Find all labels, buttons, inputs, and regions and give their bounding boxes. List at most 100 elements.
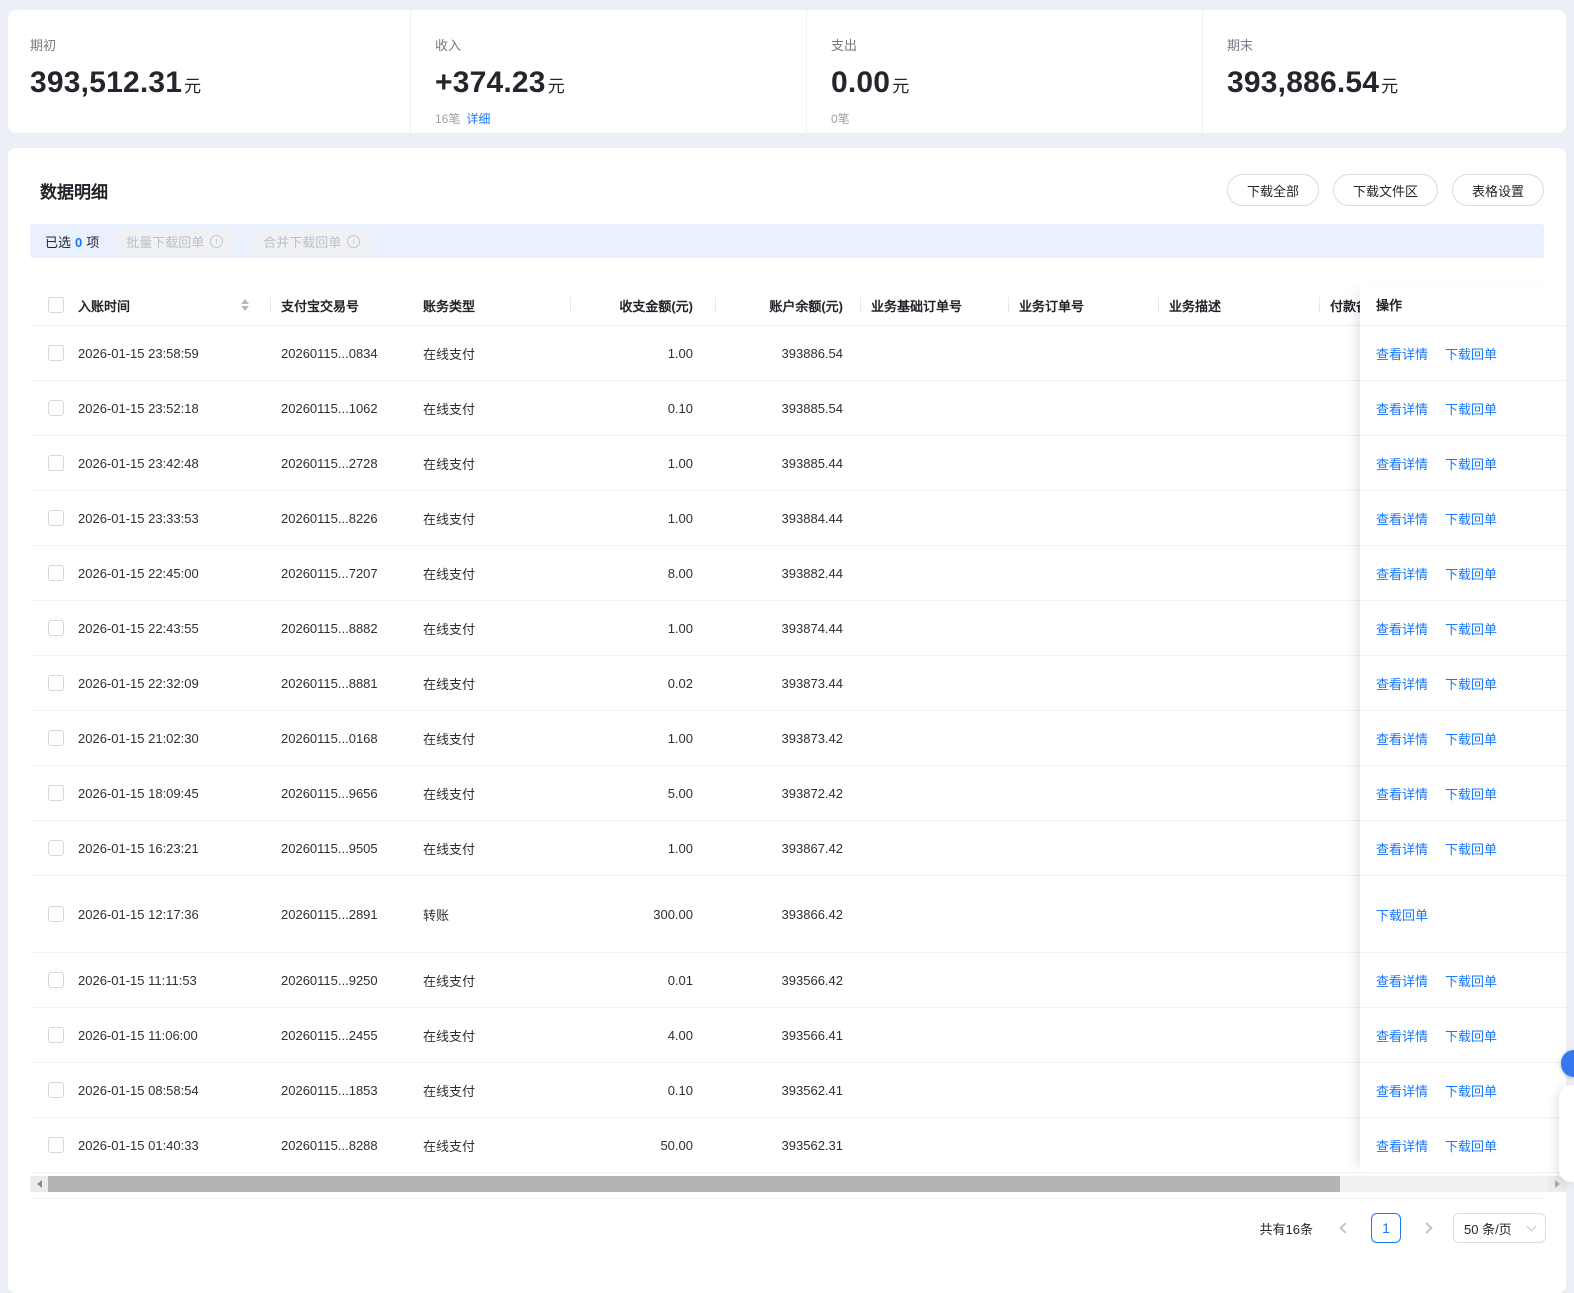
view-details-link[interactable]: 查看详情 [1376, 971, 1428, 990]
row-checkbox[interactable] [48, 906, 64, 922]
download-receipt-link[interactable]: 下载回单 [1445, 729, 1497, 748]
summary-value: 0.00 [831, 66, 891, 99]
income-detail-link[interactable]: 详细 [466, 112, 490, 126]
cell-balance: 393562.41 [781, 1082, 843, 1098]
summary-unit: 元 [184, 77, 202, 96]
table-body: 2026-01-15 23:58:59 20260115...0834 在线支付 1.… [30, 326, 1566, 1173]
download-receipt-link[interactable]: 下载回单 [1445, 619, 1497, 638]
cell-checkbox [30, 565, 68, 581]
page-size-select[interactable]: 50 条/页 [1453, 1213, 1546, 1243]
download-receipt-link[interactable]: 下载回单 [1445, 1136, 1497, 1155]
sort-icon[interactable] [241, 299, 249, 311]
row-checkbox[interactable] [48, 1082, 64, 1098]
download-receipt-link[interactable]: 下载回单 [1445, 399, 1497, 418]
cell-alipay-txn-no: 20260115...2891 [281, 906, 378, 922]
batch-download-receipts-button[interactable]: 批量下载回单 i [113, 227, 237, 255]
cell-balance: 393882.44 [781, 565, 843, 581]
row-checkbox[interactable] [48, 1027, 64, 1043]
view-details-link[interactable]: 查看详情 [1376, 454, 1428, 473]
row-checkbox[interactable] [48, 345, 64, 361]
view-details-link[interactable]: 查看详情 [1376, 784, 1428, 803]
pagination: 共有16条 1 50 条/页 [8, 1199, 1566, 1243]
table-row: 2026-01-15 23:52:18 20260115...1062 在线支付 0.… [30, 381, 1566, 436]
row-checkbox[interactable] [48, 785, 64, 801]
summary-unit: 元 [1381, 77, 1399, 96]
cell-account-type: 转账 [423, 907, 450, 923]
download-filezone-button[interactable]: 下载文件区 [1332, 174, 1438, 206]
row-checkbox[interactable] [48, 840, 64, 856]
row-checkbox[interactable] [48, 565, 64, 581]
scroll-left-icon [36, 1180, 42, 1188]
download-receipt-link[interactable]: 下载回单 [1445, 1081, 1497, 1100]
row-checkbox[interactable] [48, 455, 64, 471]
col-order-no: 业务订单号 [1009, 284, 1159, 326]
row-checkbox[interactable] [48, 620, 64, 636]
col-entry-time[interactable]: 入账时间 [68, 284, 271, 326]
horizontal-scrollbar[interactable] [30, 1176, 1566, 1192]
page-number-button[interactable]: 1 [1371, 1213, 1401, 1243]
view-details-link[interactable]: 查看详情 [1376, 1081, 1428, 1100]
page: 期初 393,512.31 元 收入 +374.23 元 16笔 详细 支出 0.00… [0, 0, 1574, 1293]
download-receipt-link[interactable]: 下载回单 [1445, 564, 1497, 583]
view-details-link[interactable]: 查看详情 [1376, 1026, 1428, 1045]
cell-entry-time: 2026-01-15 21:02:30 [78, 730, 199, 746]
ops-row: 查看详情 下载回单 [1360, 821, 1566, 876]
cell-balance: 393562.31 [781, 1137, 843, 1153]
download-receipt-link[interactable]: 下载回单 [1445, 784, 1497, 803]
page-title: 数据明细 [40, 182, 108, 202]
download-receipt-link[interactable]: 下载回单 [1445, 454, 1497, 473]
scroll-right-icon [1554, 1180, 1560, 1188]
row-checkbox[interactable] [48, 730, 64, 746]
selected-count: 0 [75, 234, 83, 250]
summary-label: 支出 [831, 38, 858, 53]
view-details-link[interactable]: 查看详情 [1376, 399, 1428, 418]
table-settings-button[interactable]: 表格设置 [1451, 174, 1544, 206]
floating-widget[interactable] [1559, 1085, 1574, 1182]
cell-balance: 393874.44 [781, 620, 843, 636]
cell-amount: 300.00 [653, 906, 693, 922]
cell-checkbox [30, 620, 68, 636]
row-checkbox[interactable] [48, 972, 64, 988]
table-scroll-area[interactable]: 入账时间 支付宝交易号 账务类型 收支金额(元) 账户余额(元) 业务基础订单号… [30, 284, 1566, 1173]
download-receipt-link[interactable]: 下载回单 [1445, 839, 1497, 858]
scroll-left-button[interactable] [30, 1176, 48, 1192]
view-details-link[interactable]: 查看详情 [1376, 564, 1428, 583]
download-receipt-link[interactable]: 下载回单 [1445, 344, 1497, 363]
download-receipt-link[interactable]: 下载回单 [1445, 1026, 1497, 1045]
row-checkbox[interactable] [48, 1137, 64, 1153]
cell-checkbox [30, 675, 68, 691]
view-details-link[interactable]: 查看详情 [1376, 1136, 1428, 1155]
download-receipt-link[interactable]: 下载回单 [1445, 674, 1497, 693]
view-details-link[interactable]: 查看详情 [1376, 674, 1428, 693]
download-receipt-link[interactable]: 下载回单 [1376, 905, 1428, 924]
cell-account-type: 在线支付 [423, 1083, 476, 1099]
cell-account-type: 在线支付 [423, 511, 476, 527]
download-all-button[interactable]: 下载全部 [1226, 174, 1319, 206]
view-details-link[interactable]: 查看详情 [1376, 344, 1428, 363]
cell-entry-time: 2026-01-15 18:09:45 [78, 785, 199, 801]
select-all-checkbox[interactable] [48, 297, 64, 313]
download-receipt-link[interactable]: 下载回单 [1445, 509, 1497, 528]
view-details-link[interactable]: 查看详情 [1376, 729, 1428, 748]
ops-row: 查看详情 下载回单 [1360, 326, 1566, 381]
merge-download-receipts-button[interactable]: 合并下载回单 i [250, 227, 374, 255]
row-checkbox[interactable] [48, 400, 64, 416]
row-checkbox[interactable] [48, 675, 64, 691]
view-details-link[interactable]: 查看详情 [1376, 839, 1428, 858]
download-receipt-link[interactable]: 下载回单 [1445, 971, 1497, 990]
table-row: 2026-01-15 22:45:00 20260115...7207 在线支付 8.… [30, 546, 1566, 601]
cell-checkbox [30, 840, 68, 856]
cell-checkbox [30, 455, 68, 471]
view-details-link[interactable]: 查看详情 [1376, 509, 1428, 528]
view-details-link[interactable]: 查看详情 [1376, 619, 1428, 638]
next-page-button[interactable] [1415, 1216, 1439, 1240]
cell-entry-time: 2026-01-15 12:17:36 [78, 906, 199, 922]
row-checkbox[interactable] [48, 510, 64, 526]
scrollbar-thumb[interactable] [48, 1176, 1340, 1192]
cell-entry-time: 2026-01-15 22:32:09 [78, 675, 199, 691]
cell-checkbox [30, 510, 68, 526]
cell-checkbox [30, 1082, 68, 1098]
chevron-right-icon [1421, 1222, 1433, 1234]
cell-alipay-txn-no: 20260115...0168 [281, 730, 378, 746]
prev-page-button[interactable] [1333, 1216, 1357, 1240]
